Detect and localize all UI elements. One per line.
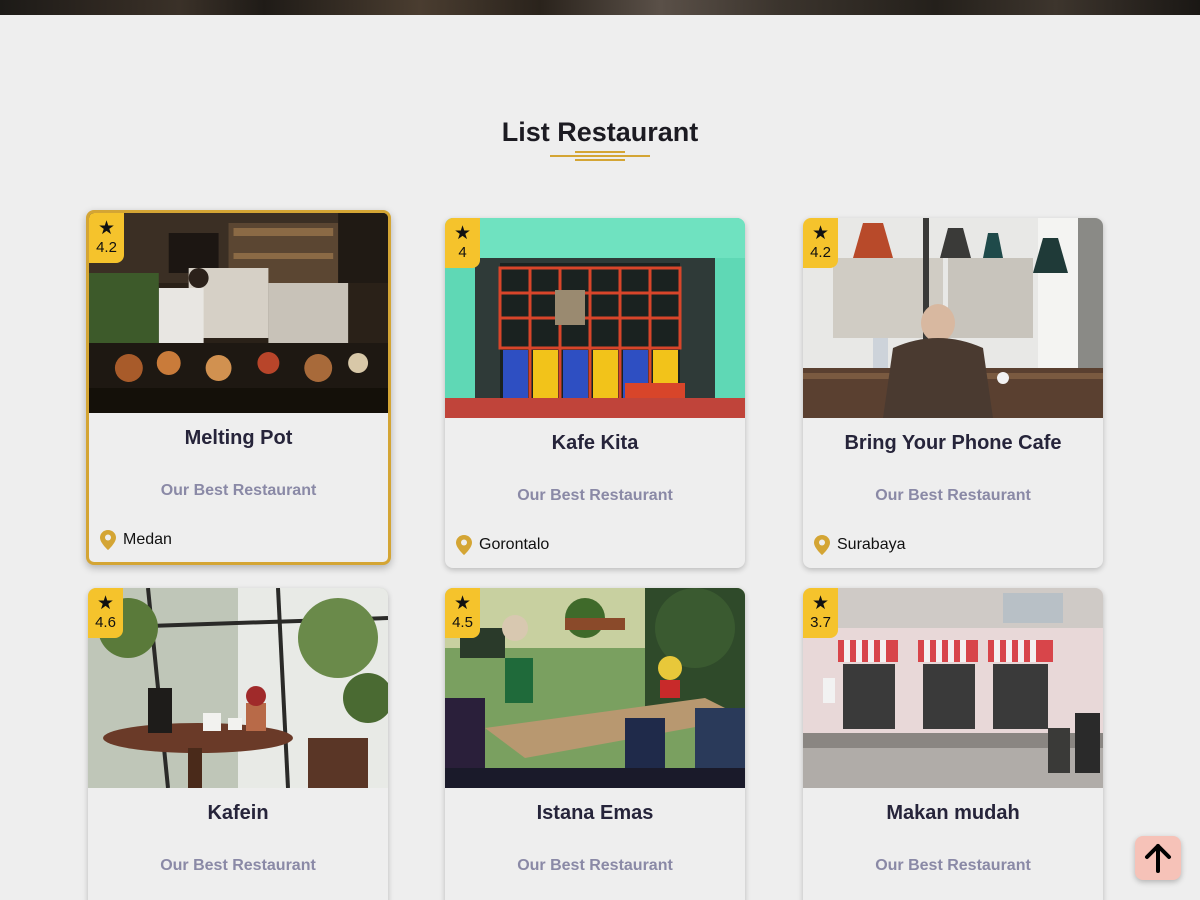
restaurant-location: Surabaya (814, 535, 1103, 568)
restaurant-name[interactable]: Istana Emas (445, 802, 745, 825)
rating-badge: ★ 3.7 (803, 588, 838, 638)
restaurant-name[interactable]: Bring Your Phone Cafe (803, 432, 1103, 455)
location-pin-icon (456, 535, 472, 555)
restaurant-card[interactable]: ★ 4 Kafe Kita Our Best Restaurant Goront… (445, 218, 745, 568)
star-icon: ★ (811, 593, 830, 615)
restaurant-city: Surabaya (837, 536, 906, 553)
restaurant-subtitle: Our Best Restaurant (875, 857, 1031, 874)
restaurant-subtitle: Our Best Restaurant (517, 857, 673, 874)
restaurant-location: Medan (100, 530, 388, 562)
star-icon: ★ (453, 223, 472, 245)
restaurant-image: ★ 4.6 (88, 588, 388, 788)
rating-value: 4.2 (810, 244, 831, 262)
restaurant-card[interactable]: ★ 4.6 Kafein Our Best Restaurant (88, 588, 388, 900)
title-underline-decoration (550, 150, 650, 164)
rating-badge: ★ 4.2 (803, 218, 838, 268)
restaurant-image: ★ 4.5 (445, 588, 745, 788)
rating-badge: ★ 4.2 (89, 213, 124, 263)
arrow-up-icon (1145, 844, 1171, 873)
restaurant-name[interactable]: Melting Pot (89, 427, 388, 450)
rating-badge: ★ 4.5 (445, 588, 480, 638)
rating-value: 4.5 (452, 614, 473, 632)
rating-value: 4.2 (96, 239, 117, 257)
scroll-to-top-button[interactable] (1135, 836, 1181, 880)
restaurant-card[interactable]: ★ 4.2 Melting Pot Our Best Restaurant Me… (86, 210, 391, 565)
restaurant-image: ★ 4.2 (89, 213, 388, 413)
restaurant-card[interactable]: ★ 4.2 Bring Your Phone Cafe Our Best Res… (803, 218, 1103, 568)
restaurant-name[interactable]: Makan mudah (803, 802, 1103, 825)
restaurant-card[interactable]: ★ 4.5 Istana Emas Our Best Restaurant (445, 588, 745, 900)
restaurant-name[interactable]: Kafein (88, 802, 388, 825)
star-icon: ★ (97, 218, 116, 240)
star-icon: ★ (811, 223, 830, 245)
restaurant-image: ★ 4 (445, 218, 745, 418)
restaurant-city: Gorontalo (479, 536, 550, 553)
restaurant-subtitle: Our Best Restaurant (875, 487, 1031, 504)
restaurant-image: ★ 3.7 (803, 588, 1103, 788)
hero-image-strip (0, 0, 1200, 15)
restaurant-card[interactable]: ★ 3.7 Makan mudah Our Best Restaurant (803, 588, 1103, 900)
restaurant-subtitle: Our Best Restaurant (160, 482, 317, 499)
restaurant-subtitle: Our Best Restaurant (160, 857, 316, 874)
section-title: List Restaurant (501, 117, 699, 147)
rating-badge: ★ 4 (445, 218, 480, 268)
rating-value: 4.6 (95, 614, 116, 632)
star-icon: ★ (453, 593, 472, 615)
restaurant-city: Medan (123, 531, 172, 548)
restaurant-subtitle: Our Best Restaurant (517, 487, 673, 504)
rating-value: 4 (458, 244, 467, 262)
restaurant-name[interactable]: Kafe Kita (445, 432, 745, 455)
rating-value: 3.7 (810, 614, 831, 632)
star-icon: ★ (96, 593, 115, 615)
rating-badge: ★ 4.6 (88, 588, 123, 638)
restaurant-location: Gorontalo (456, 535, 745, 568)
location-pin-icon (814, 535, 830, 555)
location-pin-icon (100, 530, 116, 550)
restaurant-image: ★ 4.2 (803, 218, 1103, 418)
